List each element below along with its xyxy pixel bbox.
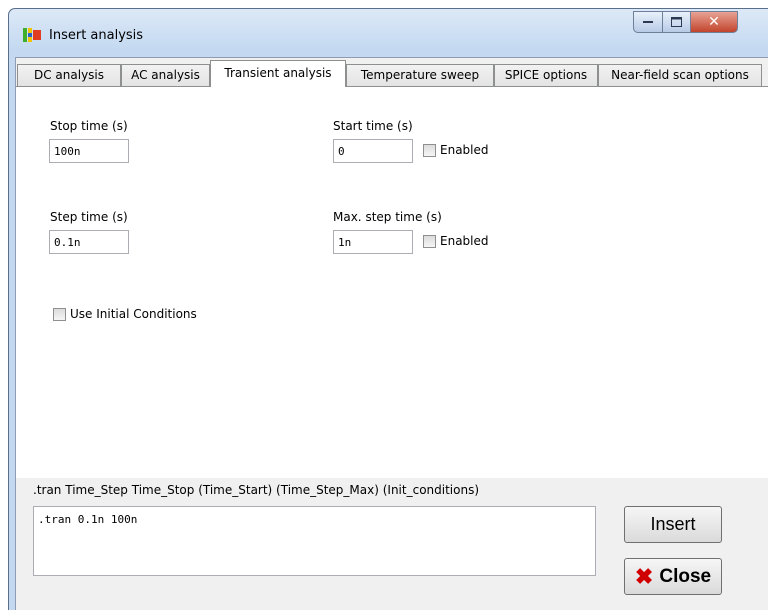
tab-temperature-sweep[interactable]: Temperature sweep [346,64,494,86]
app-icon [23,28,41,42]
tab-dc-analysis[interactable]: DC analysis [17,64,121,86]
minimize-icon [643,21,653,23]
insert-button[interactable]: Insert [624,506,722,543]
max-step-time-enabled-checkbox[interactable] [423,235,436,248]
step-time-input[interactable]: 0.1n [49,230,129,254]
use-initial-conditions-checkbox[interactable] [53,308,66,321]
window-close-button[interactable]: ✕ [690,11,738,33]
window-title: Insert analysis [49,28,144,43]
step-time-label: Step time (s) [50,210,128,224]
tab-strip: DC analysis AC analysis Transient analys… [16,60,768,87]
command-textbox[interactable]: .tran 0.1n 100n [33,506,596,576]
tab-spice-options[interactable]: SPICE options [494,64,598,86]
insert-analysis-window: Insert analysis ✕ DC analysis AC analysi… [8,8,768,610]
stop-time-input[interactable]: 100n [49,139,129,163]
start-time-enabled-label: Enabled [440,143,489,157]
max-step-time-input[interactable]: 1n [333,230,413,254]
start-time-input[interactable]: 0 [333,139,413,163]
use-initial-conditions-label: Use Initial Conditions [70,307,197,321]
stop-time-label: Stop time (s) [50,119,128,133]
red-x-icon: ✖ [634,563,654,589]
close-button[interactable]: ✖ Close [624,558,722,595]
start-time-label: Start time (s) [333,119,413,133]
maximize-icon [671,17,682,27]
tab-ac-analysis[interactable]: AC analysis [121,64,210,86]
minimize-button[interactable] [633,11,663,33]
command-syntax-label: .tran Time_Step Time_Stop (Time_Start) (… [33,483,480,497]
insert-button-label: Insert [650,514,696,534]
tab-transient-analysis[interactable]: Transient analysis [210,60,346,87]
title-bar[interactable]: Insert analysis ✕ [9,9,768,49]
dialog-body: DC analysis AC analysis Transient analys… [15,57,768,610]
transient-analysis-panel: Stop time (s) 100n Start time (s) 0 Enab… [16,86,768,478]
tab-near-field-scan-options[interactable]: Near-field scan options [598,64,762,86]
close-icon: ✕ [708,14,720,30]
max-step-time-enabled-label: Enabled [440,234,489,248]
max-step-time-label: Max. step time (s) [333,210,442,224]
maximize-button[interactable] [662,11,691,33]
start-time-enabled-checkbox[interactable] [423,144,436,157]
close-button-label: Close [659,565,712,587]
